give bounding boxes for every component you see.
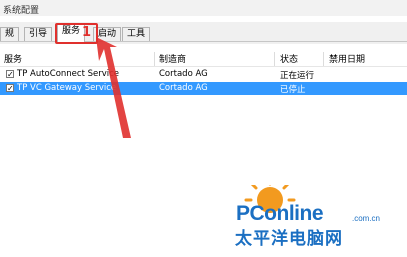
pconline-domain: .com.cn bbox=[352, 214, 381, 223]
pconline-watermark: PConline .com.cn 太平洋电脑网 bbox=[210, 185, 407, 257]
pconline-chinese-name: 太平洋电脑网 bbox=[235, 229, 343, 249]
pconline-brand: PConline bbox=[236, 202, 324, 225]
